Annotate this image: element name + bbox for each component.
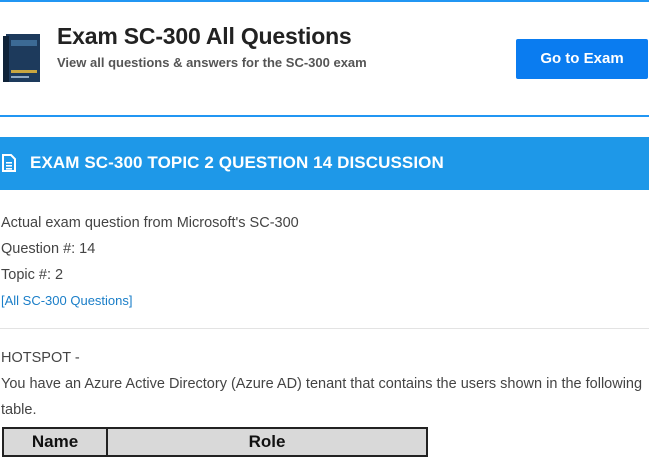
question-meta: Actual exam question from Microsoft's SC…	[1, 210, 299, 314]
table-header-row: Name Role	[2, 427, 428, 457]
question-number: Question #: 14	[1, 241, 96, 257]
table-header-role: Role	[106, 427, 428, 457]
page-title: Exam SC-300 All Questions	[57, 23, 352, 49]
section-divider	[0, 328, 649, 329]
document-icon	[2, 154, 16, 172]
exam-book-icon	[3, 34, 40, 82]
question-source: Actual exam question from Microsoft's SC…	[1, 215, 299, 231]
header-rule	[0, 115, 649, 117]
all-questions-link[interactable]: [All SC-300 Questions]	[1, 293, 133, 308]
question-type: HOTSPOT -	[1, 350, 80, 366]
discussion-title: EXAM SC-300 TOPIC 2 QUESTION 14 DISCUSSI…	[30, 153, 444, 172]
table-header-name: Name	[2, 427, 108, 457]
users-table: Name Role	[2, 427, 428, 457]
discussion-banner: EXAM SC-300 TOPIC 2 QUESTION 14 DISCUSSI…	[0, 137, 649, 190]
page-subtitle: View all questions & answers for the SC-…	[57, 55, 367, 70]
question-body: You have an Azure Active Directory (Azur…	[1, 376, 643, 418]
go-to-exam-button[interactable]: Go to Exam	[516, 39, 648, 79]
topic-number: Topic #: 2	[1, 267, 64, 283]
exam-header: Exam SC-300 All Questions View all quest…	[0, 2, 649, 115]
question-text: HOTSPOT - You have an Azure Active Direc…	[1, 345, 646, 423]
